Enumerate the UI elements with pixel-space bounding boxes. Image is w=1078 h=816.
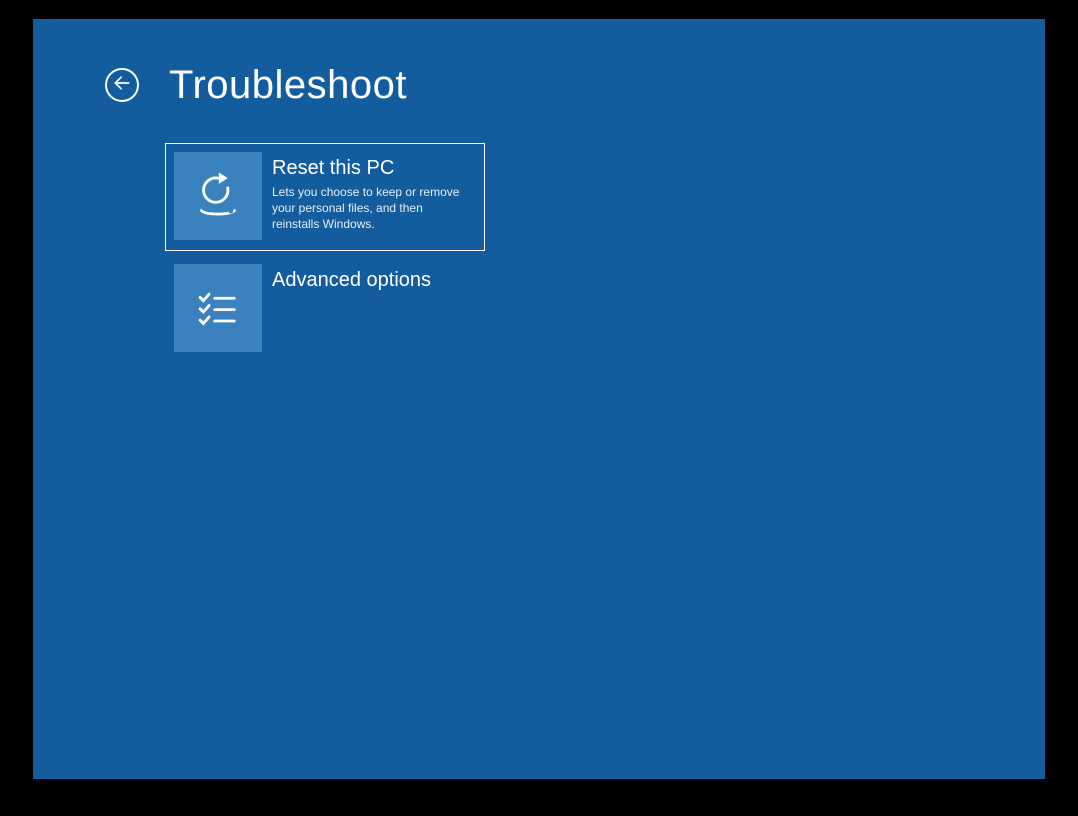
- tile-reset-text: Reset this PC Lets you choose to keep or…: [272, 152, 476, 233]
- back-button[interactable]: [105, 68, 139, 102]
- tile-reset-description: Lets you choose to keep or remove your p…: [272, 184, 472, 233]
- tile-advanced-text: Advanced options: [272, 264, 476, 296]
- reset-pc-icon: [174, 152, 262, 240]
- back-arrow-icon: [112, 73, 132, 98]
- tiles-container: Reset this PC Lets you choose to keep or…: [165, 143, 485, 367]
- header: Troubleshoot: [105, 65, 407, 105]
- troubleshoot-screen: Troubleshoot Reset this PC Lets you choo…: [33, 19, 1045, 779]
- advanced-options-icon: [174, 264, 262, 352]
- tile-advanced-title: Advanced options: [272, 268, 476, 292]
- page-title: Troubleshoot: [169, 65, 407, 105]
- tile-advanced-options[interactable]: Advanced options: [165, 255, 485, 363]
- tile-reset-this-pc[interactable]: Reset this PC Lets you choose to keep or…: [165, 143, 485, 251]
- tile-reset-title: Reset this PC: [272, 156, 476, 180]
